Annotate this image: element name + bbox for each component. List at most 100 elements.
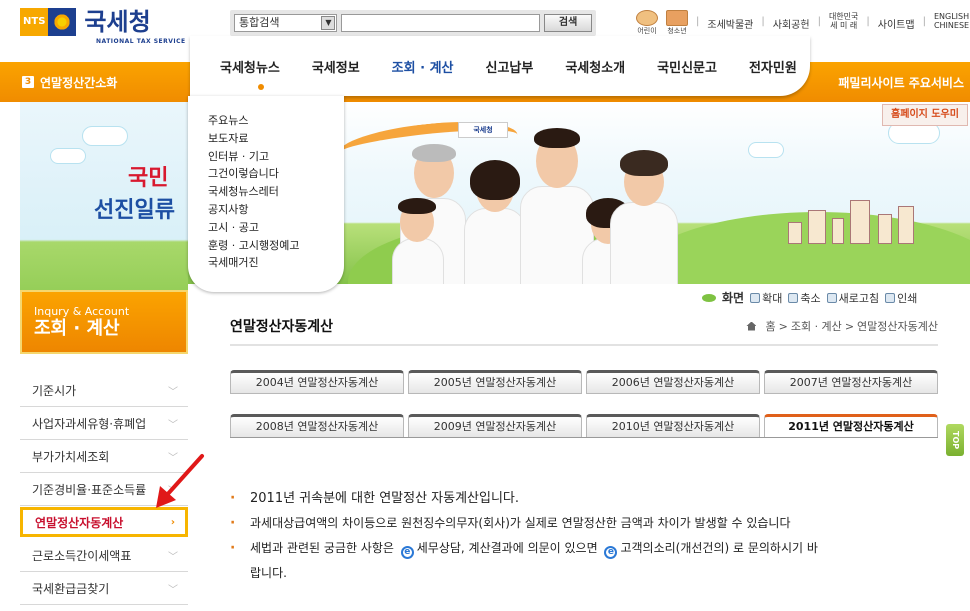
quick-link-simplified-yearend[interactable]: 3 연말정산간소화: [22, 71, 188, 93]
breadcrumb-section[interactable]: 조회 · 계산: [791, 318, 842, 334]
lnb-item-business-type[interactable]: 사업자과세유형·휴폐업 ﹀: [20, 407, 188, 440]
year-tabs-row-1: 2004년 연말정산자동계산 2005년 연말정산자동계산 2006년 연말정산…: [230, 370, 938, 394]
town-building: [898, 206, 914, 244]
chevron-right-icon: ›: [170, 516, 175, 528]
chevron-down-icon: ﹀: [168, 419, 178, 431]
divider: |: [922, 16, 926, 27]
util-link-korea-future[interactable]: 대한민국 세 미 래: [829, 12, 858, 30]
teen-label: 청소년: [667, 27, 687, 35]
util-link-social[interactable]: 사회공헌: [773, 16, 810, 31]
leaf-icon: [702, 293, 716, 302]
submenu-item[interactable]: 주요뉴스: [208, 112, 344, 130]
breadcrumb-current: 연말정산자동계산: [857, 320, 938, 333]
zoom-out-icon: [788, 292, 799, 303]
screen-label: 화면: [722, 291, 745, 305]
divider: |: [761, 16, 765, 27]
kids-label: 어린이: [637, 27, 657, 35]
lnb-item-label: 기준경비율·표준소득률: [32, 482, 147, 497]
cloud-icon: [82, 126, 128, 146]
gnb-item-news[interactable]: 국세청뉴스: [204, 57, 296, 76]
lnb-item-standard-price[interactable]: 기준시가 ﹀: [20, 374, 188, 407]
submenu-item[interactable]: 국세매거진: [208, 254, 344, 272]
family-sites-link[interactable]: 패밀리사이트 주요서비스: [838, 74, 964, 91]
lnb-item-simple-tax-table[interactable]: 근로소득간이세액표 ﹀: [20, 539, 188, 572]
gnb-hover-dot: [258, 84, 264, 90]
lnb-item-tax-refund[interactable]: 국세환급금찾기 ﹀: [20, 572, 188, 605]
korea-future-line2: 세 미 래: [830, 21, 858, 30]
tab-2008[interactable]: 2008년 연말정산자동계산: [230, 414, 404, 438]
lang-chinese[interactable]: CHINESE: [934, 21, 969, 30]
lnb-item-label: 근로소득간이세액표: [32, 548, 132, 563]
teen-icon: [666, 10, 688, 26]
zoom-in-button[interactable]: 확대: [750, 290, 782, 306]
breadcrumb-sep: >: [778, 319, 788, 333]
quick-link-number: 3: [22, 76, 34, 88]
tab-2010[interactable]: 2010년 연말정산자동계산: [586, 414, 760, 438]
submenu-item[interactable]: 국세청뉴스레터: [208, 183, 344, 201]
global-nav: 국세청뉴스 국세정보 조회 · 계산 신고납부 국세청소개 국민신문고 전자민원: [190, 36, 810, 96]
print-button[interactable]: 인쇄: [885, 290, 917, 306]
lnb-title-box: Inqury & Account 조회 · 계산: [20, 290, 188, 354]
chevron-down-icon: ﹀: [168, 386, 178, 398]
util-link-sitemap[interactable]: 사이트맵: [878, 16, 915, 31]
chevron-down-icon[interactable]: ▼: [321, 16, 336, 30]
lnb-title-en: Inqury & Account: [34, 305, 130, 318]
gnb-item-epeople[interactable]: 국민신문고: [641, 57, 733, 76]
util-link-museum[interactable]: 조세박물관: [707, 16, 753, 31]
submenu-item[interactable]: 훈령 · 고시행정예고: [208, 237, 344, 255]
red-arrow-annotation-icon: [156, 454, 204, 508]
tax-consult-link[interactable]: 세무상담, 계산결과에 의문이 있으면: [417, 541, 598, 555]
kids-link[interactable]: 어린이: [636, 10, 658, 36]
family-member-boy: [388, 198, 448, 284]
gnb-item-tax-info[interactable]: 국세정보: [296, 57, 376, 76]
page-tools: 화면 확대 축소 새로고침 인쇄: [702, 289, 917, 306]
submenu-item[interactable]: 보도자료: [208, 130, 344, 148]
submenu-item[interactable]: 공지사항: [208, 201, 344, 219]
search-bar: 통합검색 ▼ 검색: [230, 10, 596, 36]
home-icon[interactable]: [746, 321, 757, 331]
tab-2011[interactable]: 2011년 연말정산자동계산: [764, 414, 938, 438]
lang-english[interactable]: ENGLISH: [934, 12, 969, 21]
utility-links: 어린이 청소년 | 조세박물관 | 사회공헌 | 대한민국 세 미 래 | 사이…: [636, 10, 969, 36]
divider: |: [817, 16, 821, 27]
tab-2007[interactable]: 2007년 연말정산자동계산: [764, 370, 938, 394]
divider: |: [696, 16, 700, 27]
page-title: 연말정산자동계산: [230, 319, 334, 335]
logo-emblem-icon: [48, 8, 77, 36]
lnb-item-label: 부가가치세조회: [32, 449, 110, 464]
tab-2004[interactable]: 2004년 연말정산자동계산: [230, 370, 404, 394]
search-button[interactable]: 검색: [544, 14, 592, 32]
scroll-top-button[interactable]: TOP: [946, 424, 964, 456]
submenu-item[interactable]: 인터뷰 · 기고: [208, 148, 344, 166]
browser-link-icon[interactable]: e: [400, 546, 414, 559]
logo-abbr: NTS: [20, 8, 49, 36]
browser-link-icon[interactable]: e: [604, 546, 618, 559]
customer-voice-link[interactable]: 고객의소리(개선건의) 로 문의하시기 바: [620, 541, 817, 555]
search-input[interactable]: [341, 14, 541, 32]
submenu-item[interactable]: 고시 · 공고: [208, 219, 344, 237]
homepage-helper-button[interactable]: 홈페이지 도우미: [882, 104, 968, 126]
refresh-icon: [826, 292, 837, 303]
cloud-icon: [748, 142, 784, 158]
tab-2009[interactable]: 2009년 연말정산자동계산: [408, 414, 582, 438]
year-tabs-row-2: 2008년 연말정산자동계산 2009년 연말정산자동계산 2010년 연말정산…: [230, 414, 938, 438]
teen-link[interactable]: 청소년: [666, 10, 688, 36]
gnb-item-inquiry[interactable]: 조회 · 계산: [376, 57, 470, 76]
gnb-news-submenu: 주요뉴스 보도자료 인터뷰 · 기고 그건이렇습니다 국세청뉴스레터 공지사항 …: [188, 96, 344, 292]
breadcrumb-home[interactable]: 홈: [765, 318, 775, 334]
town-building: [878, 214, 892, 244]
nts-logo[interactable]: NTS 국세청 NATIONAL TAX SERVICE: [20, 8, 185, 45]
gnb-item-e-civil[interactable]: 전자민원: [733, 57, 813, 76]
title-divider: [230, 344, 938, 346]
gnb-item-filing[interactable]: 신고납부: [470, 57, 550, 76]
tab-2005[interactable]: 2005년 연말정산자동계산: [408, 370, 582, 394]
submenu-item[interactable]: 그건이렇습니다: [208, 165, 344, 183]
tab-2006[interactable]: 2006년 연말정산자동계산: [586, 370, 760, 394]
language-links[interactable]: ENGLISH CHINESE: [934, 12, 969, 30]
zoom-out-button[interactable]: 축소: [788, 290, 821, 306]
search-scope-select[interactable]: 통합검색 ▼: [234, 14, 338, 32]
refresh-button[interactable]: 새로고침: [826, 290, 879, 306]
breadcrumb: 홈 > 조회 · 계산 > 연말정산자동계산: [746, 318, 938, 334]
breadcrumb-sep: >: [844, 319, 855, 333]
gnb-item-about[interactable]: 국세청소개: [549, 57, 641, 76]
